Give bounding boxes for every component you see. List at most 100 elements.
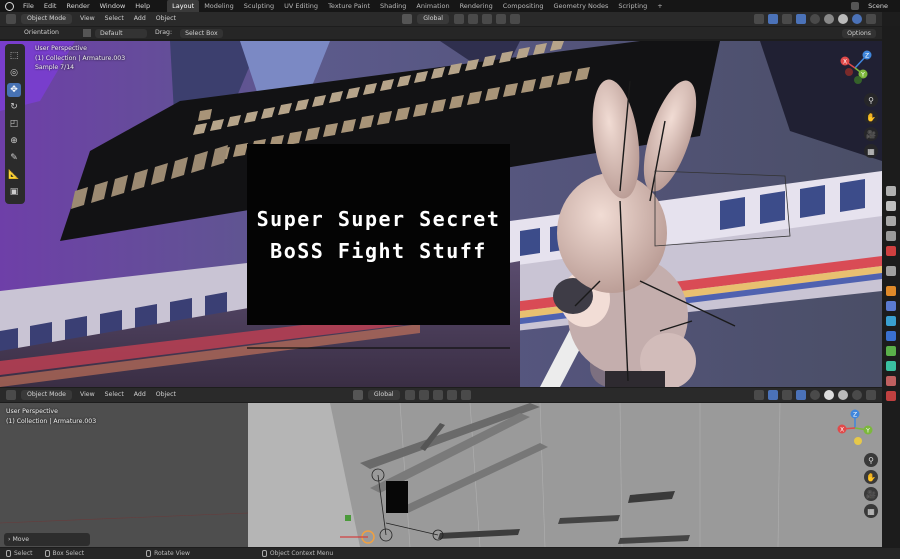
overlay-toggle-icon[interactable] <box>782 14 792 24</box>
shading-material-icon-bottom[interactable] <box>838 390 848 400</box>
workspace-tab-geometry-nodes[interactable]: Geometry Nodes <box>549 0 614 12</box>
header-menu-object-bottom[interactable]: Object <box>151 388 181 402</box>
ortho-grid-icon-bottom[interactable]: ▦ <box>864 504 878 518</box>
gizmo-toggle-icon-bottom[interactable] <box>768 390 778 400</box>
blender-logo-icon[interactable] <box>5 1 14 11</box>
output-properties-icon[interactable] <box>886 216 896 226</box>
physics-properties-icon[interactable] <box>886 331 896 341</box>
workspace-tab-texture-paint[interactable]: Texture Paint <box>323 0 375 12</box>
header-menu-view[interactable]: View <box>75 12 100 26</box>
editor-type-icon-bottom[interactable] <box>6 390 16 400</box>
xray-toggle-icon[interactable] <box>796 14 806 24</box>
menu-window[interactable]: Window <box>95 0 131 12</box>
proportional-edit-icon[interactable] <box>496 14 506 24</box>
constraint-properties-icon[interactable] <box>886 346 896 356</box>
object-properties-icon[interactable] <box>886 286 896 296</box>
xray-toggle-icon-bottom[interactable] <box>796 390 806 400</box>
shading-material-icon[interactable] <box>838 14 848 24</box>
overlay-toggle-icon-bottom[interactable] <box>782 390 792 400</box>
menu-edit[interactable]: Edit <box>39 0 62 12</box>
proportional-falloff-icon-bottom[interactable] <box>460 390 471 400</box>
shading-options-icon[interactable] <box>866 14 876 24</box>
pan-hand-icon[interactable]: ✋ <box>864 110 878 124</box>
pivot-point-icon[interactable] <box>454 14 464 24</box>
object-data-properties-icon[interactable] <box>886 361 896 371</box>
shading-rendered-icon-bottom[interactable] <box>852 390 862 400</box>
editor-type-icon[interactable] <box>6 14 16 24</box>
camera-view-icon[interactable]: 🎥 <box>864 127 878 141</box>
workspace-tab-modeling[interactable]: Modeling <box>199 0 239 12</box>
select-box-tool-icon[interactable]: ⬚ <box>7 49 21 63</box>
measure-tool-icon[interactable]: 📐 <box>7 168 21 182</box>
options-dropdown[interactable]: Options <box>842 28 876 38</box>
modifier-properties-icon[interactable] <box>886 301 896 311</box>
tool-properties-icon[interactable] <box>886 186 896 196</box>
workspace-tab-shading[interactable]: Shading <box>375 0 411 12</box>
navigation-gizmo-bottom[interactable]: Z X Y <box>834 407 876 449</box>
visibility-icon[interactable] <box>754 14 764 24</box>
bottom-viewport-solid[interactable]: User Perspective (1) Collection | Armatu… <box>0 403 882 547</box>
material-properties-icon[interactable] <box>886 376 896 386</box>
pivot-point-icon-bottom[interactable] <box>404 390 415 400</box>
workspace-tab-compositing[interactable]: Compositing <box>498 0 549 12</box>
menu-render[interactable]: Render <box>61 0 94 12</box>
render-properties-icon[interactable] <box>886 201 896 211</box>
menu-file[interactable]: File <box>18 0 39 12</box>
snap-icon-bottom[interactable] <box>418 390 429 400</box>
ortho-grid-icon[interactable]: ▦ <box>864 144 878 158</box>
add-workspace-button[interactable]: + <box>652 0 667 12</box>
workspace-tab-layout[interactable]: Layout <box>167 0 200 12</box>
texture-properties-icon[interactable] <box>886 391 896 401</box>
orientation-dropdown[interactable]: Default <box>94 28 147 38</box>
view-layer-properties-icon[interactable] <box>886 231 896 241</box>
workspace-tab-uv-editing[interactable]: UV Editing <box>279 0 323 12</box>
annotate-tool-icon[interactable]: ✎ <box>7 151 21 165</box>
particle-properties-icon[interactable] <box>886 316 896 326</box>
drag-dropdown[interactable]: Select Box <box>180 28 223 38</box>
mode-dropdown[interactable]: Object Mode <box>21 14 72 24</box>
shading-solid-icon[interactable] <box>824 14 834 24</box>
mode-dropdown-bottom[interactable]: Object Mode <box>21 390 72 400</box>
proportional-falloff-icon[interactable] <box>510 14 520 24</box>
zoom-icon-bottom[interactable]: ⚲ <box>864 453 878 467</box>
cursor-tool-icon[interactable]: ◎ <box>7 66 21 80</box>
workspace-tab-scripting[interactable]: Scripting <box>613 0 652 12</box>
header-menu-add[interactable]: Add <box>129 12 151 26</box>
rotate-tool-icon[interactable]: ↻ <box>7 100 21 114</box>
scale-tool-icon[interactable]: ◰ <box>7 117 21 131</box>
navigation-gizmo[interactable]: Z X Y <box>834 47 876 89</box>
camera-view-icon-bottom[interactable]: 🎥 <box>864 487 878 501</box>
header-menu-object[interactable]: Object <box>151 12 181 26</box>
snap-target-icon-bottom[interactable] <box>432 390 443 400</box>
shading-solid-icon-bottom[interactable] <box>824 390 834 400</box>
shading-rendered-icon[interactable] <box>852 14 862 24</box>
workspace-tab-sculpting[interactable]: Sculpting <box>239 0 279 12</box>
workspace-tab-animation[interactable]: Animation <box>411 0 454 12</box>
world-properties-icon[interactable] <box>886 266 896 276</box>
visibility-icon-bottom[interactable] <box>754 390 764 400</box>
header-menu-select-bottom[interactable]: Select <box>100 388 129 402</box>
gizmo-toggle-icon[interactable] <box>768 14 778 24</box>
scene-properties-icon[interactable] <box>886 246 896 256</box>
zoom-icon[interactable]: ⚲ <box>864 93 878 107</box>
proportional-edit-icon-bottom[interactable] <box>446 390 457 400</box>
transform-orientation-dropdown[interactable]: Global <box>417 14 449 24</box>
shading-wireframe-icon-bottom[interactable] <box>810 390 820 400</box>
top-viewport-rendered[interactable]: User Perspective (1) Collection | Armatu… <box>0 41 882 387</box>
pan-hand-icon-bottom[interactable]: ✋ <box>864 470 878 484</box>
header-menu-select[interactable]: Select <box>100 12 129 26</box>
add-cube-tool-icon[interactable]: ▣ <box>7 185 21 199</box>
menu-help[interactable]: Help <box>130 0 155 12</box>
workspace-tab-rendering[interactable]: Rendering <box>455 0 498 12</box>
snap-icon[interactable] <box>468 14 478 24</box>
transform-orientation-dropdown-bottom[interactable]: Global <box>367 390 400 400</box>
snap-target-icon[interactable] <box>482 14 492 24</box>
header-menu-view-bottom[interactable]: View <box>75 388 100 402</box>
move-tool-icon[interactable]: ✥ <box>7 83 21 97</box>
shading-options-icon-bottom[interactable] <box>866 390 876 400</box>
last-operator-panel[interactable]: › Move <box>4 533 90 546</box>
scene-selector[interactable]: Scene <box>863 0 900 12</box>
transform-tool-icon[interactable]: ⊕ <box>7 134 21 148</box>
shading-wireframe-icon[interactable] <box>810 14 820 24</box>
header-menu-add-bottom[interactable]: Add <box>129 388 151 402</box>
